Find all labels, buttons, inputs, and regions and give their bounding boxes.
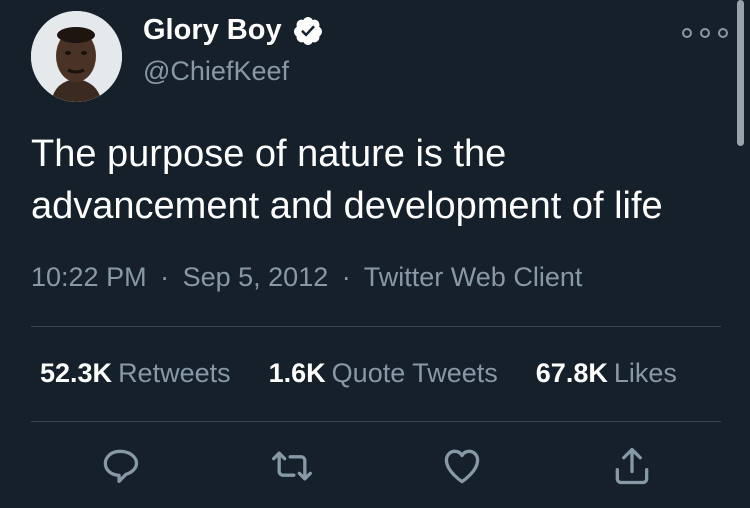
retweets-label: Retweets bbox=[118, 358, 231, 388]
share-icon[interactable] bbox=[610, 444, 654, 488]
quote-tweets-count: 1.6K bbox=[268, 358, 326, 388]
heart-icon[interactable] bbox=[440, 444, 484, 488]
avatar[interactable] bbox=[31, 11, 122, 102]
meta-separator: · bbox=[341, 262, 351, 292]
likes-label: Likes bbox=[613, 358, 677, 388]
divider bbox=[31, 326, 721, 327]
likes-stat[interactable]: 67.8K Likes bbox=[536, 358, 677, 389]
tweet-text: The purpose of nature is the advancement… bbox=[31, 133, 663, 227]
quote-tweets-stat[interactable]: 1.6K Quote Tweets bbox=[269, 358, 498, 389]
tweet-client[interactable]: Twitter Web Client bbox=[364, 262, 583, 292]
user-handle[interactable]: @ChiefKeef bbox=[143, 56, 289, 87]
more-options-icon[interactable] bbox=[682, 25, 728, 41]
display-name[interactable]: Glory Boy bbox=[143, 14, 282, 47]
retweets-stat[interactable]: 52.3K Retweets bbox=[40, 358, 231, 389]
quote-tweets-label: Quote Tweets bbox=[331, 358, 498, 388]
retweets-count: 52.3K bbox=[40, 358, 113, 388]
more-dot-icon bbox=[700, 28, 710, 38]
scrollbar[interactable] bbox=[737, 0, 744, 146]
author-name-row[interactable]: Glory Boy bbox=[143, 14, 324, 47]
meta-separator: · bbox=[160, 262, 170, 292]
verified-badge-icon bbox=[293, 16, 322, 45]
tweet-date[interactable]: Sep 5, 2012 bbox=[183, 262, 329, 292]
likes-count: 67.8K bbox=[535, 358, 608, 388]
more-dot-icon bbox=[682, 28, 692, 38]
tweet-meta: 10:22 PM · Sep 5, 2012 · Twitter Web Cli… bbox=[31, 262, 582, 293]
retweet-icon[interactable] bbox=[270, 444, 314, 488]
divider bbox=[31, 421, 721, 422]
reply-icon[interactable] bbox=[98, 444, 142, 488]
more-dot-icon bbox=[718, 28, 728, 38]
tweet-time[interactable]: 10:22 PM bbox=[31, 262, 147, 292]
tweet-stats: 52.3K Retweets 1.6K Quote Tweets 67.8K Like… bbox=[40, 358, 715, 389]
action-bar bbox=[0, 444, 750, 494]
